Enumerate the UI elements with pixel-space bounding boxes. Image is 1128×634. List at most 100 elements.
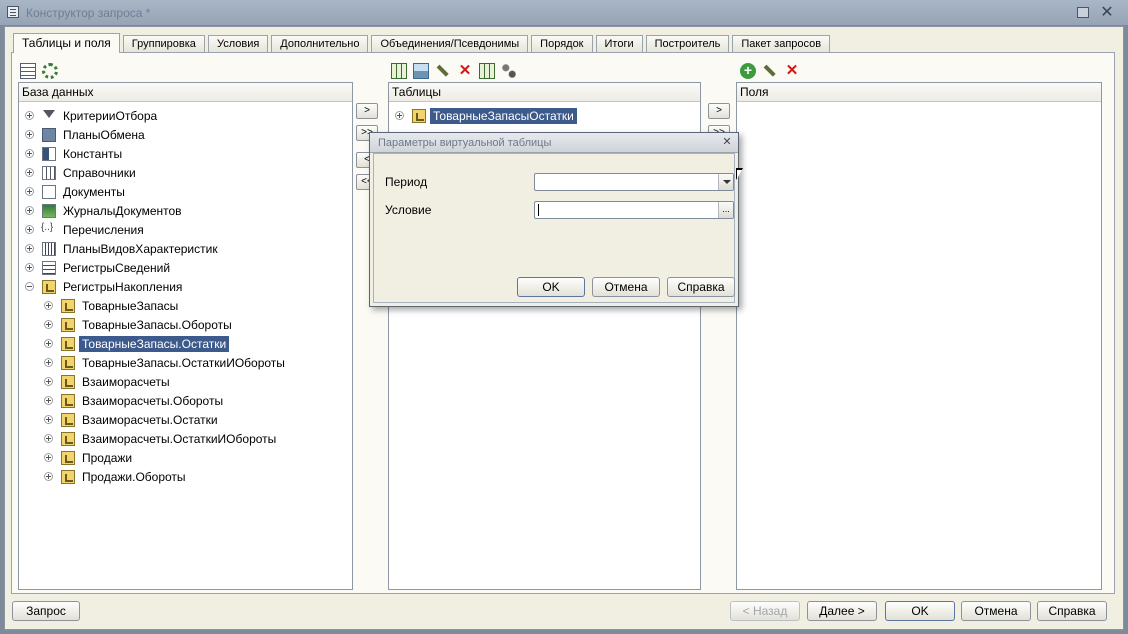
tree-item-exchange-plans[interactable]: ПланыОбмена	[25, 125, 145, 144]
tab-additional[interactable]: Дополнительно	[271, 35, 369, 53]
accumulation-register-icon	[61, 355, 75, 370]
condition-field[interactable]: ...	[534, 201, 734, 219]
mouse-cursor-icon	[736, 168, 743, 180]
info-register-icon	[42, 260, 56, 275]
window-close-button[interactable]: ✕	[1098, 4, 1116, 22]
chevron-down-icon[interactable]	[718, 174, 733, 190]
tree-item-stock-balances-turnovers[interactable]: ТоварныеЗапасы.ОстаткиИОбороты	[44, 353, 285, 372]
replace-table-icon[interactable]	[479, 63, 495, 79]
tab-unions-aliases[interactable]: Объединения/Псевдонимы	[371, 35, 529, 53]
characteristic-types-icon	[42, 241, 56, 256]
condition-label: Условие	[385, 203, 432, 217]
help-button[interactable]: Справка	[1037, 601, 1107, 621]
expand-icon[interactable]	[395, 111, 404, 120]
query-text-icon[interactable]	[20, 63, 36, 79]
expand-icon[interactable]	[44, 358, 53, 367]
accumulation-register-icon	[61, 317, 75, 332]
add-field-icon[interactable]: +	[740, 63, 756, 79]
nested-query-icon[interactable]	[413, 63, 429, 79]
database-panel: База данных КритерииОтбора ПланыОбмена К…	[18, 82, 353, 590]
tree-item-criteria[interactable]: КритерииОтбора	[25, 106, 157, 125]
expand-icon[interactable]	[44, 320, 53, 329]
journal-icon	[42, 203, 56, 218]
delete-icon[interactable]: ✕	[784, 63, 800, 79]
maximize-button[interactable]	[1077, 7, 1089, 18]
delete-icon[interactable]: ✕	[457, 63, 473, 79]
add-table-icon[interactable]	[391, 63, 407, 79]
window-titlebar: Конструктор запроса * ✕	[0, 0, 1128, 26]
expand-icon[interactable]	[44, 453, 53, 462]
window-title: Конструктор запроса *	[26, 6, 151, 20]
exchange-plan-icon	[42, 127, 56, 142]
expand-icon[interactable]	[25, 225, 34, 234]
expand-icon[interactable]	[25, 263, 34, 272]
next-button[interactable]: Далее >	[807, 601, 877, 621]
select-button[interactable]: ...	[718, 202, 733, 218]
expand-icon[interactable]	[25, 130, 34, 139]
virtual-table-icon	[412, 108, 426, 123]
table-item-stock-balances[interactable]: ТоварныеЗапасыОстатки	[395, 106, 577, 125]
tree-item-info-registers[interactable]: РегистрыСведений	[25, 258, 170, 277]
expand-icon[interactable]	[44, 434, 53, 443]
tab-builder[interactable]: Построитель	[645, 35, 730, 53]
accumulation-register-icon	[61, 336, 75, 351]
expand-icon[interactable]	[25, 187, 34, 196]
tree-item-documents[interactable]: Документы	[25, 182, 125, 201]
dialog-ok-button[interactable]: OK	[517, 277, 585, 297]
expand-icon[interactable]	[44, 339, 53, 348]
edit-icon[interactable]	[759, 60, 782, 83]
tree-item-document-journals[interactable]: ЖурналыДокументов	[25, 201, 182, 220]
expand-icon[interactable]	[25, 149, 34, 158]
cancel-button[interactable]: Отмена	[961, 601, 1031, 621]
accumulation-register-icon	[61, 393, 75, 408]
expand-icon[interactable]	[44, 472, 53, 481]
dialog-cancel-button[interactable]: Отмена	[592, 277, 660, 297]
tab-order[interactable]: Порядок	[531, 35, 593, 53]
fields-panel: Поля	[736, 82, 1102, 590]
period-combobox[interactable]	[534, 173, 734, 191]
refresh-icon[interactable]	[42, 63, 58, 79]
edit-icon[interactable]	[432, 60, 455, 83]
accumulation-register-icon	[61, 469, 75, 484]
expand-icon[interactable]	[44, 377, 53, 386]
tree-item-settlements-turnovers[interactable]: Взаиморасчеты.Обороты	[44, 391, 223, 410]
dialog-close-button[interactable]: ✕	[720, 135, 734, 149]
tree-item-constants[interactable]: Константы	[25, 144, 122, 163]
ok-button[interactable]: OK	[885, 601, 955, 621]
dialog-help-button[interactable]: Справка	[667, 277, 735, 297]
fields-toolbar: + ✕	[740, 61, 800, 81]
expand-icon[interactable]	[25, 244, 34, 253]
expand-icon[interactable]	[25, 206, 34, 215]
tree-item-settlements-balances[interactable]: Взаиморасчеты.Остатки	[44, 410, 218, 429]
tree-item-characteristic-types[interactable]: ПланыВидовХарактеристик	[25, 239, 218, 258]
tree-item-stock-turnovers[interactable]: ТоварныеЗапасы.Обороты	[44, 315, 232, 334]
tab-totals[interactable]: Итоги	[595, 35, 643, 53]
expand-icon[interactable]	[44, 396, 53, 405]
dialog-title: Параметры виртуальной таблицы	[370, 133, 738, 153]
tree-item-accumulation-registers[interactable]: РегистрыНакопления	[25, 277, 182, 296]
add-field-button[interactable]: >	[708, 103, 730, 119]
tree-item-stock-balances[interactable]: ТоварныеЗапасы.Остатки	[44, 334, 230, 353]
tree-item-stock[interactable]: ТоварныеЗапасы	[44, 296, 178, 315]
query-button[interactable]: Запрос	[12, 601, 80, 621]
tree-item-catalogs[interactable]: Справочники	[25, 163, 136, 182]
tree-item-sales-turnovers[interactable]: Продажи.Обороты	[44, 467, 186, 486]
collapse-icon[interactable]	[25, 282, 34, 291]
accumulation-register-icon	[61, 298, 75, 313]
tree-item-settlements[interactable]: Взаиморасчеты	[44, 372, 170, 391]
expand-icon[interactable]	[25, 111, 34, 120]
tab-conditions[interactable]: Условия	[207, 35, 269, 53]
tree-item-settlements-balances-turnovers[interactable]: Взаиморасчеты.ОстаткиИОбороты	[44, 429, 276, 448]
tree-item-sales[interactable]: Продажи	[44, 448, 132, 467]
constants-icon	[42, 146, 56, 161]
virtual-table-params-icon[interactable]	[501, 63, 517, 79]
tab-grouping[interactable]: Группировка	[122, 35, 205, 53]
accumulation-register-icon	[61, 431, 75, 446]
add-table-button[interactable]: >	[356, 103, 378, 119]
tab-query-batch[interactable]: Пакет запросов	[732, 35, 831, 53]
expand-icon[interactable]	[44, 415, 53, 424]
tree-item-enums[interactable]: Перечисления	[25, 220, 144, 239]
expand-icon[interactable]	[25, 168, 34, 177]
tab-tables-and-fields[interactable]: Таблицы и поля	[13, 33, 120, 53]
expand-icon[interactable]	[44, 301, 53, 310]
